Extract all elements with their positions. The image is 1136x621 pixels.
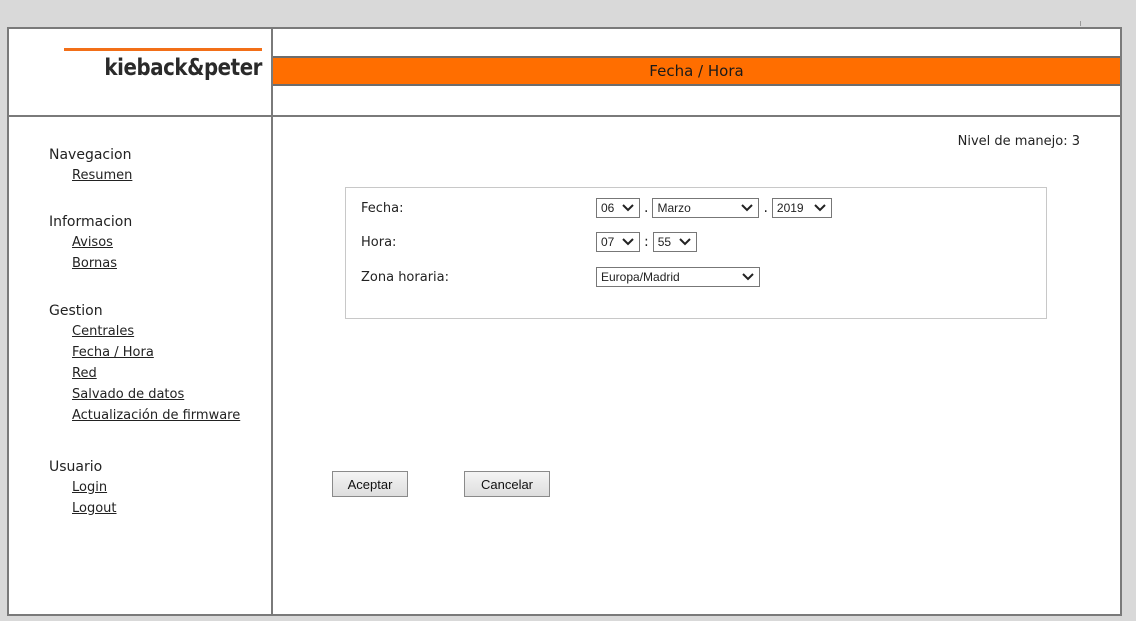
nav-group-navegacion: Navegacion Resumen (49, 145, 132, 186)
zona-label: Zona horaria: (361, 270, 450, 285)
nav-heading: Gestion (49, 303, 103, 319)
timezone-select[interactable]: Europa/Madrid (596, 267, 760, 287)
nav-link-logout[interactable]: Logout (72, 498, 117, 519)
nav-link-resumen[interactable]: Resumen (72, 165, 132, 186)
date-separator: . (644, 200, 649, 216)
window-tick (1080, 21, 1081, 26)
nav-link-avisos[interactable]: Avisos (72, 232, 132, 253)
nav-heading: Informacion (49, 214, 133, 230)
page-title: Fecha / Hora (649, 62, 744, 80)
time-separator: : (644, 234, 649, 250)
nav-heading: Navegacion (49, 147, 132, 163)
day-value: 06 (601, 201, 615, 215)
year-select[interactable]: 2019 (771, 198, 832, 218)
nav-link-bornas[interactable]: Bornas (72, 253, 132, 274)
app-frame: kieback&peter Fecha / Hora Navegacion Re… (7, 27, 1122, 616)
nav-link-centrales[interactable]: Centrales (72, 321, 240, 342)
month-select[interactable]: Marzo (652, 198, 760, 218)
nav-group-usuario: Usuario Login Logout (49, 457, 117, 519)
nav-group-informacion: Informacion Avisos Bornas (49, 212, 132, 274)
chevron-down-icon (741, 204, 754, 212)
chevron-down-icon (622, 238, 634, 246)
fecha-label: Fecha: (361, 201, 404, 216)
header-separator (9, 115, 1120, 117)
accept-button[interactable]: Aceptar (332, 471, 408, 497)
nav-link-fecha-hora[interactable]: Fecha / Hora (72, 342, 240, 363)
hour-select[interactable]: 07 (596, 232, 640, 252)
chevron-down-icon (679, 238, 691, 246)
timezone-value: Europa/Madrid (601, 270, 680, 284)
day-select[interactable]: 06 (596, 198, 640, 218)
access-level: Nivel de manejo: 3 (957, 134, 1080, 149)
logo-accent-line (64, 48, 262, 51)
nav-link-red[interactable]: Red (72, 363, 240, 384)
logo: kieback&peter (104, 55, 262, 81)
datetime-form: Fecha: 06 . Marzo . 2019 Hora: 07: 55 Z… (345, 187, 1047, 319)
hour-value: 07 (601, 235, 615, 249)
nav-link-actualizacion-firmware[interactable]: Actualización de firmware (72, 405, 240, 426)
chevron-down-icon (622, 204, 634, 212)
minute-select[interactable]: 55 (652, 232, 697, 252)
hora-label: Hora: (361, 235, 397, 250)
month-value: Marzo (657, 201, 691, 215)
nav-link-login[interactable]: Login (72, 477, 117, 498)
cancel-button[interactable]: Cancelar (464, 471, 550, 497)
nav-link-salvado-de-datos[interactable]: Salvado de datos (72, 384, 240, 405)
title-bar: Fecha / Hora (273, 56, 1120, 86)
chevron-down-icon (814, 204, 826, 212)
nav-group-gestion: Gestion Centrales Fecha / Hora Red Salva… (49, 301, 240, 426)
date-separator: . (763, 200, 768, 216)
year-value: 2019 (776, 201, 804, 215)
chevron-down-icon (742, 273, 754, 281)
minute-value: 55 (657, 235, 672, 249)
nav-heading: Usuario (49, 459, 103, 475)
